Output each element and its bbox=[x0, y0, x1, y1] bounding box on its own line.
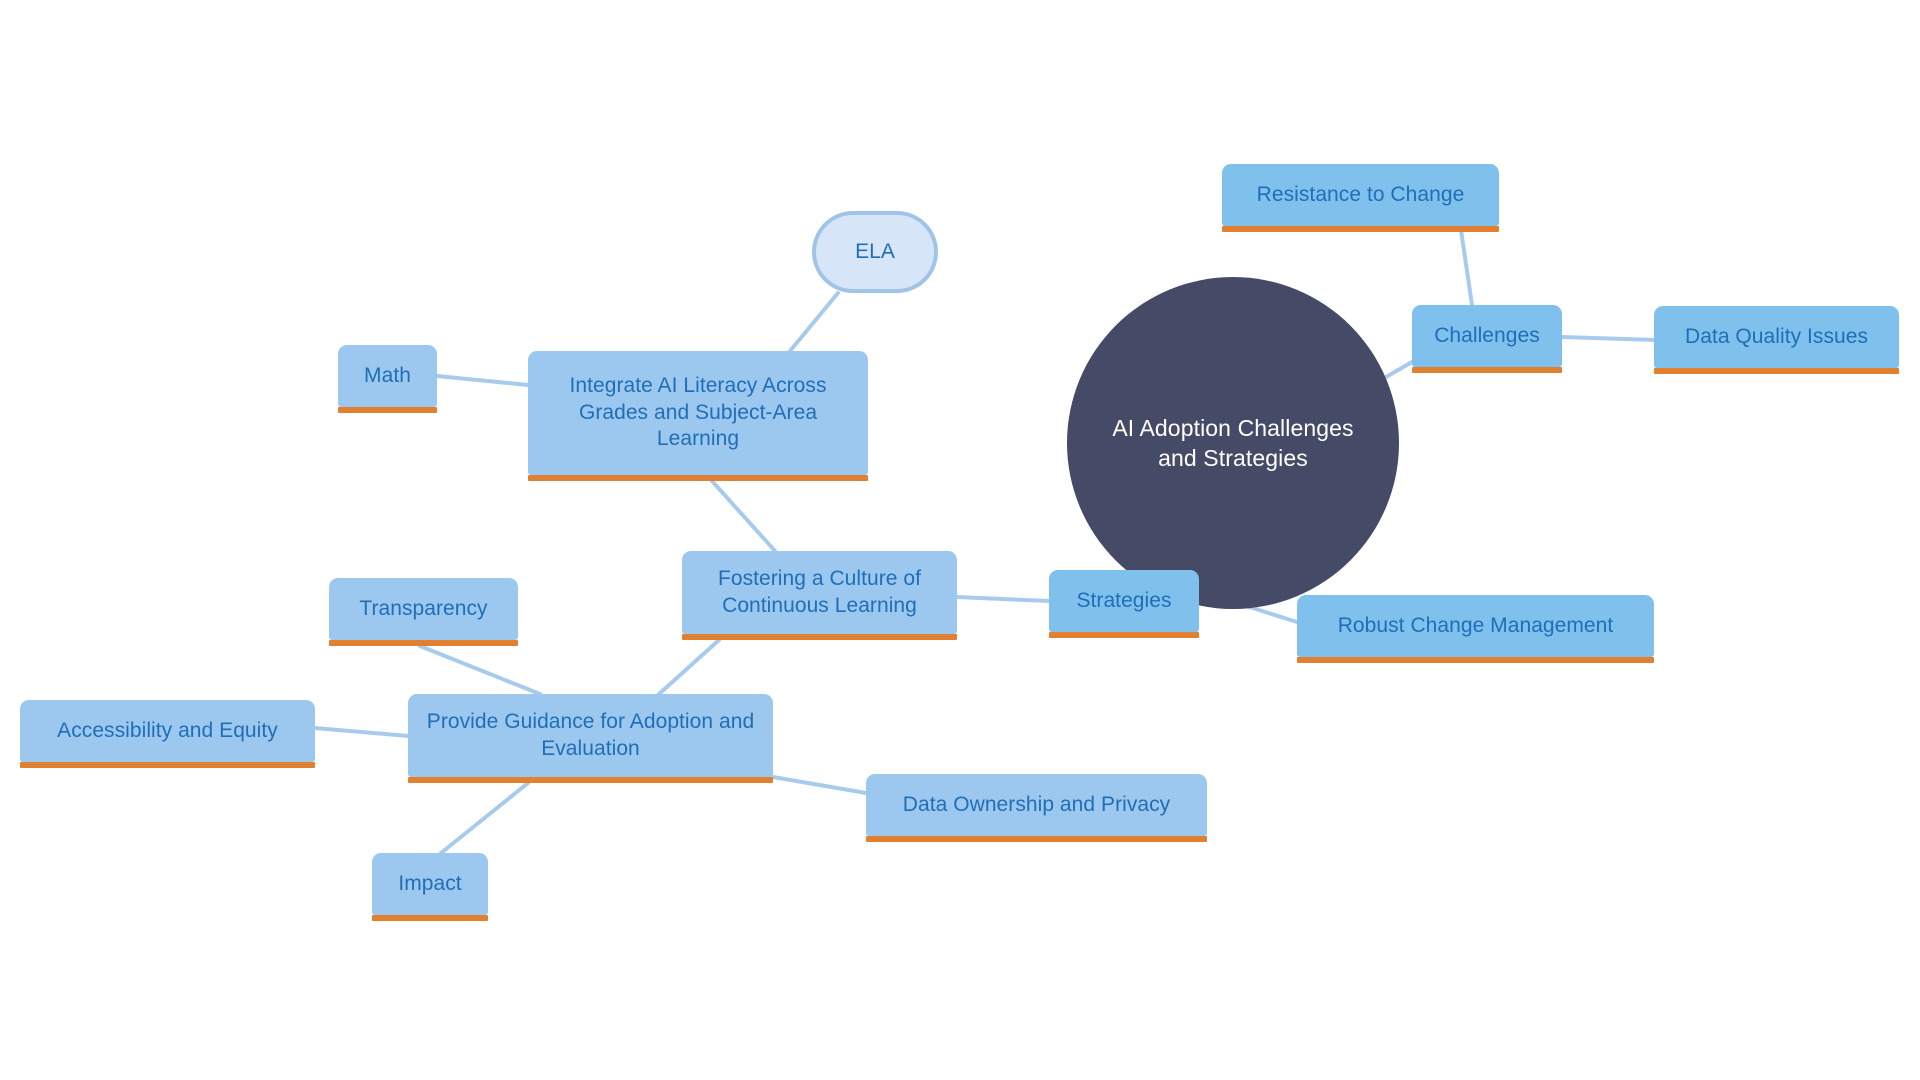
node-accent-bar-challenges bbox=[1412, 367, 1562, 373]
node-data-ownership-and-privacy[interactable]: Data Ownership and Privacy bbox=[866, 774, 1207, 842]
node-accent-bar-accessibility-and-equity bbox=[20, 762, 315, 768]
node-label-data-quality-issues: Data Quality Issues bbox=[1684, 324, 1869, 348]
node-accent-bar-provide-guidance bbox=[408, 777, 773, 783]
node-challenges[interactable]: Challenges bbox=[1412, 305, 1562, 373]
node-fostering-culture[interactable]: Fostering a Culture of Continuous Learni… bbox=[682, 551, 957, 640]
node-label-impact: Impact bbox=[398, 871, 462, 895]
node-label-provide-guidance: Provide Guidance for Adoption and Evalua… bbox=[426, 709, 755, 760]
node-accent-bar-math bbox=[338, 407, 437, 413]
root-node-root[interactable]: AI Adoption Challenges and Strategies bbox=[1067, 277, 1399, 609]
node-accent-bar-data-ownership-and-privacy bbox=[866, 836, 1207, 842]
node-accent-bar-integrate-ai-literacy bbox=[528, 475, 868, 481]
node-label-fostering-culture: Fostering a Culture of Continuous Learni… bbox=[717, 566, 922, 617]
node-integrate-ai-literacy[interactable]: Integrate AI Literacy Across Grades and … bbox=[528, 351, 868, 481]
node-label-robust-change-management: Robust Change Management bbox=[1337, 613, 1614, 637]
node-label-math: Math bbox=[364, 363, 411, 387]
node-label-data-ownership-and-privacy: Data Ownership and Privacy bbox=[902, 792, 1171, 816]
node-label-integrate-ai-literacy: Integrate AI Literacy Across Grades and … bbox=[569, 374, 827, 451]
node-ela[interactable]: ELA bbox=[812, 211, 938, 293]
node-resistance-to-change[interactable]: Resistance to Change bbox=[1222, 164, 1499, 232]
node-label-challenges: Challenges bbox=[1434, 323, 1540, 347]
node-math[interactable]: Math bbox=[338, 345, 437, 413]
node-data-quality-issues[interactable]: Data Quality Issues bbox=[1654, 306, 1899, 374]
node-label-accessibility-and-equity: Accessibility and Equity bbox=[57, 718, 278, 742]
node-accent-bar-data-quality-issues bbox=[1654, 368, 1899, 374]
node-accessibility-and-equity[interactable]: Accessibility and Equity bbox=[20, 700, 315, 768]
node-accent-bar-impact bbox=[372, 915, 488, 921]
mindmap-canvas: AI Adoption Challenges and Strategies Res… bbox=[0, 0, 1920, 1080]
node-label-strategies: Strategies bbox=[1076, 588, 1172, 612]
node-accent-bar-resistance-to-change bbox=[1222, 226, 1499, 232]
node-label-transparency: Transparency bbox=[359, 596, 488, 620]
node-accent-bar-transparency bbox=[329, 640, 518, 646]
node-label-resistance-to-change: Resistance to Change bbox=[1256, 182, 1465, 206]
node-accent-bar-fostering-culture bbox=[682, 634, 957, 640]
node-robust-change-management[interactable]: Robust Change Management bbox=[1297, 595, 1654, 663]
node-transparency[interactable]: Transparency bbox=[329, 578, 518, 646]
node-impact[interactable]: Impact bbox=[372, 853, 488, 921]
node-strategies[interactable]: Strategies bbox=[1049, 570, 1199, 638]
node-layer: AI Adoption Challenges and Strategies Res… bbox=[0, 0, 1920, 1080]
node-provide-guidance[interactable]: Provide Guidance for Adoption and Evalua… bbox=[408, 694, 773, 783]
root-node-label: AI Adoption Challenges and Strategies bbox=[1112, 414, 1354, 471]
node-label-ela: ELA bbox=[855, 240, 895, 263]
node-accent-bar-robust-change-management bbox=[1297, 657, 1654, 663]
node-accent-bar-strategies bbox=[1049, 632, 1199, 638]
